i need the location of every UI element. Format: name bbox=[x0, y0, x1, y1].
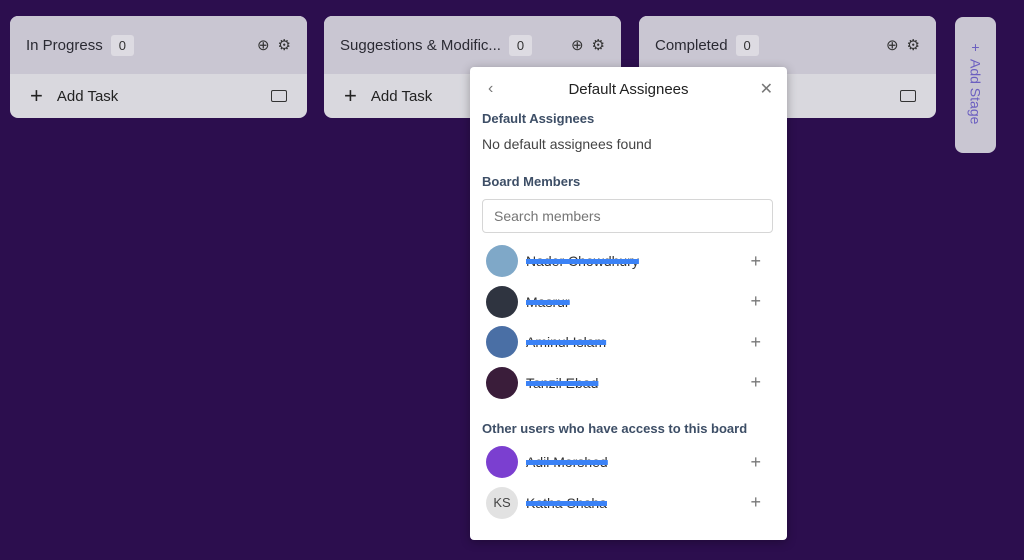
default-assignees-heading: Default Assignees bbox=[482, 111, 595, 126]
avatar-initials: KS bbox=[486, 486, 518, 519]
member-row[interactable]: Tanzil Ebad + bbox=[470, 363, 787, 404]
card-icon[interactable] bbox=[900, 90, 916, 102]
task-count: 0 bbox=[735, 34, 759, 56]
add-circle-icon[interactable]: ⊕ bbox=[886, 36, 899, 54]
add-stage-button[interactable]: + Add Stage bbox=[955, 17, 996, 153]
add-task-label: Add Task bbox=[370, 87, 433, 105]
popover-title: Default Assignees bbox=[568, 80, 689, 98]
add-task-button[interactable]: + Add Task bbox=[10, 74, 307, 118]
gear-icon[interactable]: ⚙ bbox=[278, 36, 291, 54]
avatar bbox=[486, 245, 518, 278]
member-row[interactable]: Aminul Islam + bbox=[470, 322, 787, 363]
task-count: 0 bbox=[508, 34, 533, 56]
plus-icon[interactable]: + bbox=[750, 332, 761, 353]
task-count: 0 bbox=[110, 34, 134, 56]
member-name: Nader Chowdhury bbox=[526, 253, 639, 270]
search-members-input[interactable] bbox=[482, 199, 773, 233]
member-name: Adil Morshed bbox=[526, 454, 608, 471]
plus-icon: + bbox=[344, 83, 357, 108]
plus-icon[interactable]: + bbox=[750, 291, 761, 312]
add-stage-label: Add Stage bbox=[967, 59, 984, 125]
stage-title: Suggestions & Modific... bbox=[340, 36, 501, 54]
plus-icon: + bbox=[30, 83, 43, 108]
member-name: Tanzil Ebad bbox=[526, 374, 599, 391]
chevron-left-icon[interactable]: ‹ bbox=[488, 80, 493, 98]
card-icon[interactable] bbox=[271, 90, 287, 102]
plus-icon: + bbox=[971, 39, 980, 55]
avatar bbox=[486, 285, 518, 318]
plus-icon[interactable]: + bbox=[750, 492, 761, 513]
add-circle-icon[interactable]: ⊕ bbox=[571, 36, 584, 54]
add-circle-icon[interactable]: ⊕ bbox=[257, 36, 270, 54]
gear-icon[interactable]: ⚙ bbox=[592, 36, 605, 54]
member-row[interactable]: Masrur + bbox=[470, 282, 787, 323]
gear-icon[interactable]: ⚙ bbox=[907, 36, 920, 54]
member-row[interactable]: KS Katha Shaha + bbox=[470, 483, 787, 524]
board-members-heading: Board Members bbox=[482, 174, 581, 189]
member-name: Aminul Islam bbox=[526, 334, 607, 351]
stage-title: Completed bbox=[655, 36, 728, 54]
stage-title: In Progress bbox=[26, 36, 103, 54]
plus-icon[interactable]: + bbox=[750, 372, 761, 393]
stage-column-in-progress: In Progress 0 ⊕ ⚙ + Add Task bbox=[10, 16, 307, 118]
avatar bbox=[486, 366, 518, 399]
close-icon[interactable]: ✕ bbox=[760, 79, 773, 99]
avatar bbox=[486, 326, 518, 359]
plus-icon[interactable]: + bbox=[750, 251, 761, 272]
member-name: Katha Shaha bbox=[526, 494, 607, 511]
add-task-label: Add Task bbox=[56, 87, 119, 105]
default-assignees-popover: ‹ Default Assignees ✕ Default Assignees No… bbox=[470, 67, 787, 540]
other-users-heading: Other users who have access to this boar… bbox=[482, 421, 748, 436]
avatar bbox=[486, 446, 518, 479]
empty-text: No default assignees found bbox=[482, 136, 652, 152]
member-row[interactable]: Adil Morshed + bbox=[470, 442, 787, 483]
plus-icon[interactable]: + bbox=[750, 452, 761, 473]
member-row[interactable]: Nader Chowdhury + bbox=[470, 241, 787, 282]
member-name: Masrur bbox=[526, 293, 570, 310]
